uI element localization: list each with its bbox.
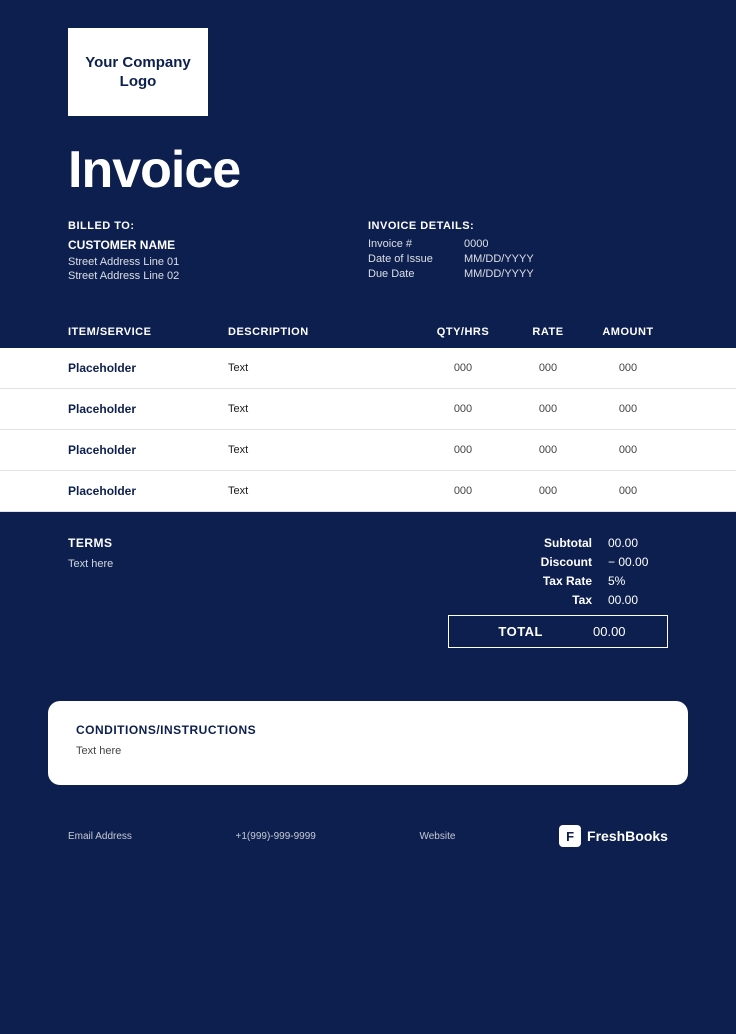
total-val: 00.00 (593, 624, 653, 639)
th-amount: AMOUNT (588, 326, 668, 338)
row2-amount: 000 (588, 403, 668, 415)
row2-item: Placeholder (68, 402, 228, 416)
footer-website: Website (419, 831, 455, 842)
address-line-1: Street Address Line 01 (68, 256, 368, 268)
conditions-box: CONDITIONS/INSTRUCTIONS Text here (48, 701, 688, 785)
row1-item: Placeholder (68, 361, 228, 375)
table-row: Placeholder Text 000 000 000 (0, 348, 736, 389)
address-line-2: Street Address Line 02 (68, 270, 368, 282)
tax-rate-key: Tax Rate (512, 574, 592, 588)
subtotal-key: Subtotal (512, 536, 592, 550)
date-issue-key: Date of Issue (368, 253, 448, 265)
tax-rate-row: Tax Rate 5% (448, 574, 668, 588)
billed-to-label: BILLED TO: (68, 220, 368, 232)
discount-key: Discount (512, 555, 592, 569)
row3-amount: 000 (588, 444, 668, 456)
th-description: DESCRIPTION (228, 326, 418, 338)
row1-rate: 000 (508, 362, 588, 374)
row3-desc: Text (228, 444, 418, 456)
row4-rate: 000 (508, 485, 588, 497)
billed-to-block: BILLED TO: CUSTOMER NAME Street Address … (68, 220, 368, 284)
invoice-details-label: INVOICE DETAILS: (368, 220, 668, 232)
subtotal-row: Subtotal 00.00 (448, 536, 668, 550)
row3-rate: 000 (508, 444, 588, 456)
invoice-num-val: 0000 (464, 238, 488, 250)
bottom-bar: Email Address +1(999)-999-9999 Website F… (0, 809, 736, 863)
freshbooks-brand: F FreshBooks (559, 825, 668, 847)
table-row: Placeholder Text 000 000 000 (0, 389, 736, 430)
freshbooks-icon: F (559, 825, 581, 847)
row1-desc: Text (228, 362, 418, 374)
row4-item: Placeholder (68, 484, 228, 498)
date-issue-row: Date of Issue MM/DD/YYYY (368, 253, 668, 265)
footer-terms-totals: TERMS Text here Subtotal 00.00 Discount … (0, 512, 736, 677)
invoice-table: ITEM/SERVICE DESCRIPTION QTY/HRS RATE AM… (0, 316, 736, 512)
footer-email: Email Address (68, 831, 132, 842)
grand-total-row: TOTAL 00.00 (448, 615, 668, 648)
due-date-val: MM/DD/YYYY (464, 268, 534, 280)
invoice-title-section: Invoice (0, 116, 736, 200)
row4-desc: Text (228, 485, 418, 497)
logo-box: Your Company Logo (68, 28, 208, 116)
discount-row: Discount − 00.00 (448, 555, 668, 569)
terms-block: TERMS Text here (68, 536, 448, 570)
row1-qty: 000 (418, 362, 508, 374)
conditions-text: Text here (76, 745, 660, 757)
freshbooks-name: FreshBooks (587, 828, 668, 844)
tax-key: Tax (512, 593, 592, 607)
th-item: ITEM/SERVICE (68, 326, 228, 338)
tax-row: Tax 00.00 (448, 593, 668, 607)
totals-block: Subtotal 00.00 Discount − 00.00 Tax Rate… (448, 536, 668, 653)
invoice-heading: Invoice (68, 140, 668, 200)
table-row: Placeholder Text 000 000 000 (0, 430, 736, 471)
invoice-num-row: Invoice # 0000 (368, 238, 668, 250)
invoice-num-key: Invoice # (368, 238, 448, 250)
row4-amount: 000 (588, 485, 668, 497)
terms-label: TERMS (68, 536, 448, 550)
row2-rate: 000 (508, 403, 588, 415)
discount-val: − 00.00 (608, 555, 668, 569)
date-issue-val: MM/DD/YYYY (464, 253, 534, 265)
total-key: TOTAL (463, 624, 543, 639)
billing-section: BILLED TO: CUSTOMER NAME Street Address … (0, 200, 736, 284)
th-rate: RATE (508, 326, 588, 338)
tax-val: 00.00 (608, 593, 668, 607)
customer-name: CUSTOMER NAME (68, 238, 368, 252)
row3-item: Placeholder (68, 443, 228, 457)
row4-qty: 000 (418, 485, 508, 497)
due-date-row: Due Date MM/DD/YYYY (368, 268, 668, 280)
row1-amount: 000 (588, 362, 668, 374)
terms-text: Text here (68, 558, 448, 570)
invoice-details-block: INVOICE DETAILS: Invoice # 0000 Date of … (368, 220, 668, 284)
row2-desc: Text (228, 403, 418, 415)
row3-qty: 000 (418, 444, 508, 456)
row2-qty: 000 (418, 403, 508, 415)
logo-text: Your Company Logo (68, 53, 208, 92)
due-date-key: Due Date (368, 268, 448, 280)
subtotal-val: 00.00 (608, 536, 668, 550)
footer-phone: +1(999)-999-9999 (236, 831, 316, 842)
table-header-row: ITEM/SERVICE DESCRIPTION QTY/HRS RATE AM… (0, 316, 736, 348)
th-qty: QTY/HRS (418, 326, 508, 338)
header: Your Company Logo (0, 0, 736, 116)
tax-rate-val: 5% (608, 574, 668, 588)
table-row: Placeholder Text 000 000 000 (0, 471, 736, 512)
conditions-label: CONDITIONS/INSTRUCTIONS (76, 723, 660, 737)
